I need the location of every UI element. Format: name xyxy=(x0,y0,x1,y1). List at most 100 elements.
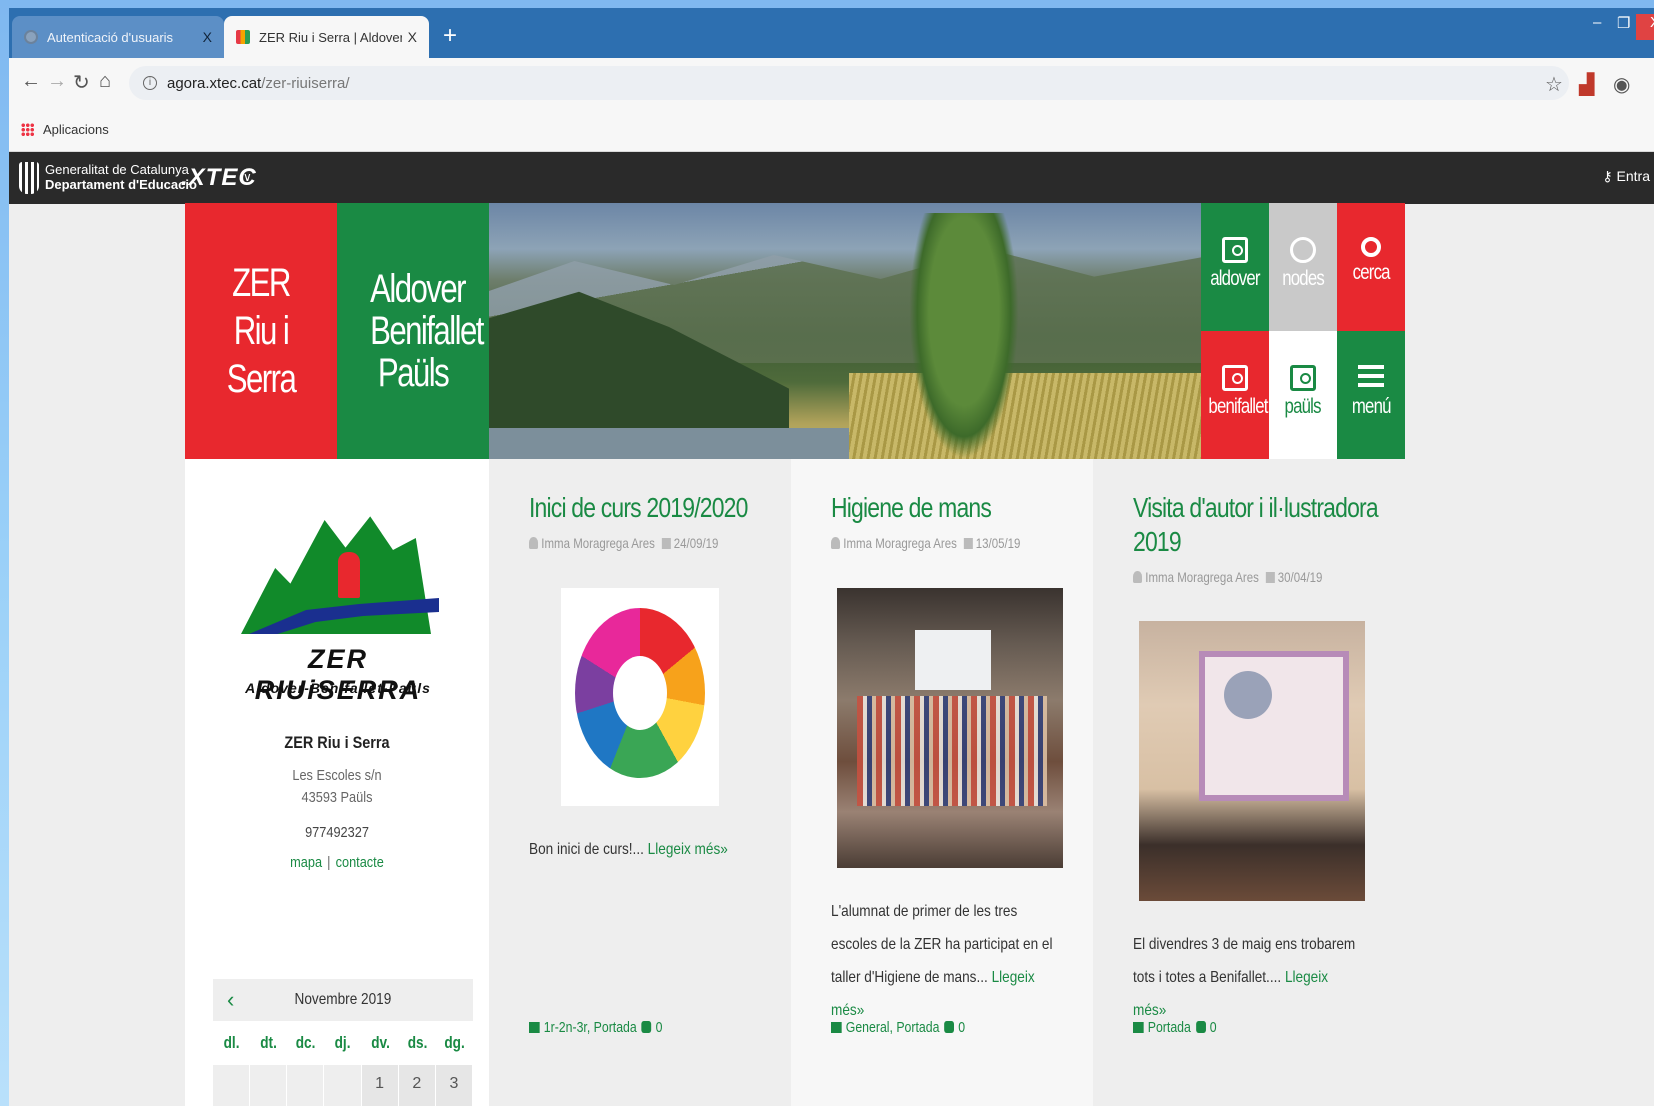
key-icon: ⚷ xyxy=(1602,168,1617,184)
search-icon xyxy=(1361,237,1381,257)
bookmark-star-icon[interactable]: ☆ xyxy=(1545,72,1563,97)
post-categories[interactable]: Portada xyxy=(1148,1019,1191,1036)
comment-count[interactable]: 0 xyxy=(958,1019,965,1036)
address-bar[interactable]: i agora.xtec.cat/zer-riuiserra/ xyxy=(129,66,1569,100)
tab-title: Autenticació d'usuaris xyxy=(47,29,174,45)
calendar-day-empty xyxy=(250,1065,287,1106)
post-author: Imma Moragrega Ares xyxy=(843,535,957,551)
comment-icon xyxy=(1195,1021,1206,1033)
address-line2: 43593 Paüls xyxy=(301,789,373,806)
home-icon[interactable]: ⌂ xyxy=(99,70,111,93)
post-meta: Imma Moragrega Ares 13/05/19 xyxy=(831,535,1020,551)
post-title-line1: Visita d'autor i il·lustradora xyxy=(1133,492,1379,523)
phone-number: 977492327 xyxy=(305,824,369,841)
weekday: dv. xyxy=(370,1033,390,1052)
link-separator: | xyxy=(327,854,331,871)
close-window-button[interactable]: X xyxy=(1636,14,1654,40)
school-name: ZER Riu i Serra xyxy=(284,733,390,752)
calendar-icon xyxy=(963,538,973,549)
minimize-button[interactable]: – xyxy=(1593,14,1601,31)
comment-count[interactable]: 0 xyxy=(1210,1019,1217,1036)
tab-zer-riu-i-serra[interactable]: ZER Riu i Serra | Aldover Benifalle X xyxy=(224,16,429,58)
calendar-day-empty xyxy=(287,1065,324,1106)
post-card: Inici de curs 2019/2020 Imma Moragrega A… xyxy=(489,459,791,1106)
map-link[interactable]: mapa xyxy=(290,854,322,871)
post-image[interactable] xyxy=(561,588,719,806)
screen-icon xyxy=(1222,365,1248,391)
post-title[interactable]: Visita d'autor i il·lustradora 2019 xyxy=(1133,491,1379,559)
post-title-line2: 2019 xyxy=(1133,526,1182,557)
tile-label: nodes xyxy=(1282,267,1325,290)
pdf-extension-icon[interactable]: ▟ xyxy=(1579,72,1594,97)
back-arrow-icon[interactable]: ← xyxy=(21,70,41,93)
post-image[interactable] xyxy=(1139,621,1365,901)
chevron-left-icon[interactable]: ‹ xyxy=(227,979,234,1021)
reload-icon[interactable]: ↻ xyxy=(73,70,90,95)
folder-icon xyxy=(1133,1022,1144,1033)
post-date: 24/09/19 xyxy=(673,535,719,551)
tile-menu[interactable]: menú xyxy=(1337,331,1405,459)
tile-aldover[interactable]: aldover xyxy=(1201,203,1269,331)
post-title[interactable]: Higiene de mans xyxy=(831,491,1028,525)
close-tab-icon[interactable]: X xyxy=(203,29,212,45)
generalitat-logo-icon[interactable] xyxy=(19,162,39,194)
logo-subtitle: Aldover-Benifallet-Paüls xyxy=(245,680,431,696)
weekday: dj. xyxy=(335,1033,351,1052)
post-meta: Imma Moragrega Ares 24/09/19 xyxy=(529,535,718,551)
screen-icon xyxy=(1222,237,1248,263)
post-footer: General, Portada 0 xyxy=(831,1019,965,1036)
calendar-icon xyxy=(1265,572,1275,583)
sidebar: ZER RIUiSERRA Aldover-Benifallet-Paüls Z… xyxy=(185,459,489,1106)
header-towns: Aldover Benifallet Paüls xyxy=(370,267,484,395)
tab-autenticacio[interactable]: Autenticació d'usuaris X xyxy=(12,16,224,58)
globe-icon xyxy=(1290,237,1316,263)
school-logo[interactable]: ZER RIUiSERRA Aldover-Benifallet-Paüls xyxy=(221,504,453,716)
post-image[interactable] xyxy=(837,588,1063,868)
bookmark-aplicacions[interactable]: Aplicacions xyxy=(43,122,109,137)
close-tab-icon[interactable]: X xyxy=(408,29,417,45)
user-icon xyxy=(831,537,841,549)
weekday: ds. xyxy=(407,1033,428,1052)
post-footer: 1r-2n-3r, Portada 0 xyxy=(529,1019,662,1036)
post-categories[interactable]: 1r-2n-3r, Portada xyxy=(544,1019,637,1036)
post-excerpt: L'alumnat de primer de les tres escoles … xyxy=(831,895,1061,1027)
read-more-link[interactable]: Llegeix més» xyxy=(648,841,728,858)
chevron-down-icon[interactable]: ∨ xyxy=(243,170,252,184)
calendar-day[interactable]: 3 xyxy=(435,1065,472,1106)
calendar-day[interactable]: 1 xyxy=(361,1065,398,1106)
header-school-box[interactable]: ZER Riu i Serra xyxy=(185,203,337,459)
maximize-button[interactable]: ❐ xyxy=(1617,14,1630,32)
calendar-week-row: 1 2 3 xyxy=(213,1065,473,1106)
post-author: Imma Moragrega Ares xyxy=(541,535,655,551)
post-meta: Imma Moragrega Ares 30/04/19 xyxy=(1133,569,1322,585)
account-icon[interactable]: ◉ xyxy=(1613,72,1630,97)
apps-grid-icon xyxy=(21,123,34,136)
forward-arrow-icon[interactable]: → xyxy=(47,70,67,93)
post-excerpt: Bon inici de curs!... Llegeix més» xyxy=(529,833,759,866)
user-icon xyxy=(529,537,539,549)
tile-nodes[interactable]: nodes xyxy=(1269,203,1337,331)
tile-label: benifallet xyxy=(1208,395,1268,418)
calendar-header: ‹ Novembre 2019 xyxy=(213,979,473,1021)
tile-label: paüls xyxy=(1284,395,1322,418)
login-link[interactable]: ⚷ Entra xyxy=(1602,168,1650,185)
contact-link[interactable]: contacte xyxy=(336,854,384,871)
gen-line1: Generalitat de Catalunya xyxy=(45,162,189,177)
calendar-month: Novembre 2019 xyxy=(294,991,392,1008)
tile-cerca[interactable]: cerca xyxy=(1337,203,1405,331)
tile-benifallet[interactable]: benifallet xyxy=(1201,331,1269,459)
site-info-icon[interactable]: i xyxy=(143,76,157,90)
new-tab-button[interactable]: + xyxy=(443,22,457,50)
tile-pauls[interactable]: paüls xyxy=(1269,331,1337,459)
weekday: dl. xyxy=(223,1033,240,1052)
post-date: 13/05/19 xyxy=(975,535,1021,551)
browser-window: Autenticació d'usuaris X ZER Riu i Serra… xyxy=(9,8,1654,1106)
post-categories[interactable]: General, Portada xyxy=(846,1019,940,1036)
calendar-icon xyxy=(661,538,671,549)
generalitat-text[interactable]: Generalitat de Catalunya Departament d'E… xyxy=(45,162,197,192)
info-i-icon xyxy=(338,552,360,598)
post-title[interactable]: Inici de curs 2019/2020 xyxy=(529,491,748,525)
calendar-day-empty xyxy=(213,1065,250,1106)
calendar-day[interactable]: 2 xyxy=(398,1065,435,1106)
comment-count[interactable]: 0 xyxy=(656,1019,663,1036)
